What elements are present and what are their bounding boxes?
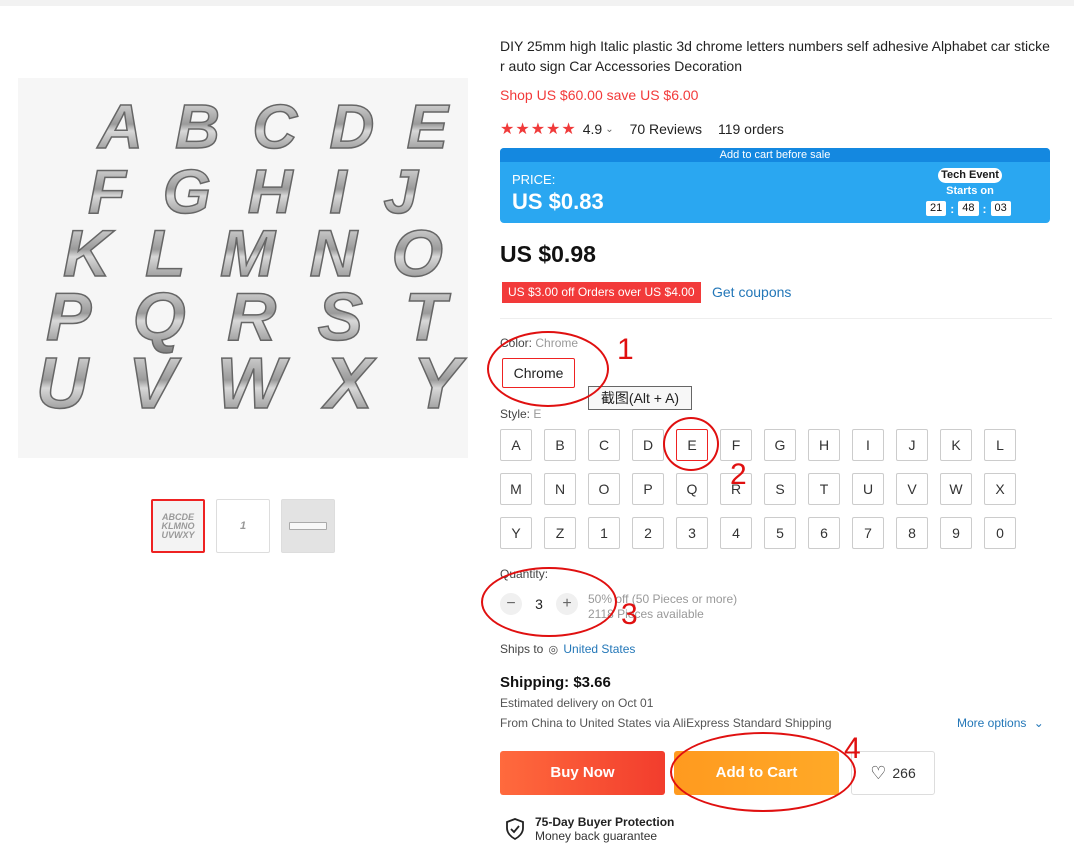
letters-row-1: ABCDE	[96, 93, 450, 162]
style-label: Style: E	[500, 407, 542, 421]
annotation-number-2: 2	[730, 458, 747, 491]
chevron-down-icon: ⌄	[1033, 716, 1044, 730]
style-option-g[interactable]: G	[764, 429, 796, 461]
style-option-i[interactable]: I	[852, 429, 884, 461]
starts-on-label: Starts on	[946, 185, 994, 197]
style-option-k[interactable]: K	[940, 429, 972, 461]
promo-price: US $0.83	[512, 189, 604, 214]
style-option-m[interactable]: M	[500, 473, 532, 505]
style-option-b[interactable]: B	[544, 429, 576, 461]
style-option-a[interactable]: A	[500, 429, 532, 461]
protection-title: 75-Day Buyer Protection	[535, 815, 675, 829]
style-option-7[interactable]: 7	[852, 517, 884, 549]
wishlist-count: 266	[892, 765, 916, 781]
promo-top-banner: Add to cart before sale	[500, 148, 1050, 162]
style-value: E	[533, 407, 542, 421]
rating-row: ★★★★★ 4.9 ⌄ 70 Reviews 119 orders	[500, 119, 784, 139]
thumbnail-badge[interactable]	[281, 499, 335, 553]
style-option-2[interactable]: 2	[632, 517, 664, 549]
style-option-x[interactable]: X	[984, 473, 1016, 505]
shield-check-icon	[506, 818, 524, 840]
ships-to-row: Ships to ◎ United States	[500, 642, 636, 656]
coupon-badge: US $3.00 off Orders over US $4.00	[502, 282, 701, 303]
style-option-1[interactable]: 1	[588, 517, 620, 549]
thumbnail-strip: ABCDE KLMNO UVWXY 1	[151, 499, 335, 553]
timer-minutes: 48	[958, 201, 979, 216]
thumbnail-letters[interactable]: ABCDE KLMNO UVWXY	[151, 499, 205, 553]
style-option-0[interactable]: 0	[984, 517, 1016, 549]
style-option-8[interactable]: 8	[896, 517, 928, 549]
divider	[500, 318, 1052, 319]
style-option-u[interactable]: U	[852, 473, 884, 505]
product-title: DIY 25mm high Italic plastic 3d chrome l…	[500, 38, 1050, 74]
shop-promo[interactable]: Shop US $60.00 save US $6.00	[500, 87, 698, 103]
letters-row-5: UVWXY	[36, 344, 467, 424]
style-option-c[interactable]: C	[588, 429, 620, 461]
current-price: US $0.98	[500, 241, 596, 267]
annotation-number-3: 3	[621, 598, 638, 631]
wishlist-button[interactable]: ♡ 266	[851, 751, 935, 795]
style-option-6[interactable]: 6	[808, 517, 840, 549]
ships-to-destination[interactable]: United States	[563, 642, 635, 656]
more-options-link[interactable]: More options ⌄	[957, 716, 1044, 730]
annotation-circle-1	[487, 331, 609, 407]
delivery-estimate: Estimated delivery on Oct 01	[500, 696, 654, 710]
star-rating-icon: ★★★★★	[500, 121, 577, 138]
annotation-circle-3	[481, 567, 617, 637]
rating-value[interactable]: 4.9	[583, 121, 602, 137]
style-option-v[interactable]: V	[896, 473, 928, 505]
tech-event-badge: Tech Event	[938, 168, 1002, 183]
annotation-number-1: 1	[617, 333, 634, 366]
style-option-o[interactable]: O	[588, 473, 620, 505]
shipping-cost: Shipping: $3.66	[500, 674, 611, 691]
timer-seconds: 03	[990, 201, 1011, 216]
style-option-s[interactable]: S	[764, 473, 796, 505]
style-option-9[interactable]: 9	[940, 517, 972, 549]
protection-subtitle: Money back guarantee	[535, 829, 658, 843]
style-option-n[interactable]: N	[544, 473, 576, 505]
buyer-protection: 75-Day Buyer Protection Money back guara…	[505, 815, 674, 843]
top-bar	[0, 0, 1074, 6]
style-option-z[interactable]: Z	[544, 517, 576, 549]
style-option-3[interactable]: 3	[676, 517, 708, 549]
thumbnail-numbers[interactable]: 1	[216, 499, 270, 553]
heart-icon: ♡	[870, 762, 887, 783]
buy-now-button[interactable]: Buy Now	[500, 751, 665, 795]
style-option-q[interactable]: Q	[676, 473, 708, 505]
annotation-number-4: 4	[844, 732, 861, 765]
reviews-link[interactable]: 70 Reviews	[630, 121, 702, 137]
product-main-image[interactable]: ABCDE FGHIJ KLMNO PQRST UVWXY	[18, 78, 468, 458]
style-option-4[interactable]: 4	[720, 517, 752, 549]
style-option-d[interactable]: D	[632, 429, 664, 461]
annotation-circle-4	[670, 732, 856, 812]
chrome-letters-image: ABCDE FGHIJ KLMNO PQRST UVWXY	[35, 92, 467, 425]
location-pin-icon: ◎	[548, 643, 559, 656]
countdown-timer: 21 : 48 : 03	[926, 201, 1011, 216]
style-option-w[interactable]: W	[940, 473, 972, 505]
style-option-f[interactable]: F	[720, 429, 752, 461]
style-option-t[interactable]: T	[808, 473, 840, 505]
orders-count: 119 orders	[717, 121, 784, 137]
timer-hours: 21	[926, 201, 947, 216]
promo-price-label: PRICE:	[512, 172, 556, 187]
style-option-y[interactable]: Y	[500, 517, 532, 549]
annotation-circle-2	[663, 417, 719, 471]
style-option-5[interactable]: 5	[764, 517, 796, 549]
chevron-down-icon: ⌄	[605, 123, 614, 135]
shipping-route: From China to United States via AliExpre…	[500, 716, 832, 730]
screenshot-tooltip: 截图(Alt + A)	[588, 386, 692, 410]
style-option-p[interactable]: P	[632, 473, 664, 505]
style-option-l[interactable]: L	[984, 429, 1016, 461]
get-coupons-link[interactable]: Get coupons	[712, 284, 791, 300]
style-option-j[interactable]: J	[896, 429, 928, 461]
style-option-h[interactable]: H	[808, 429, 840, 461]
